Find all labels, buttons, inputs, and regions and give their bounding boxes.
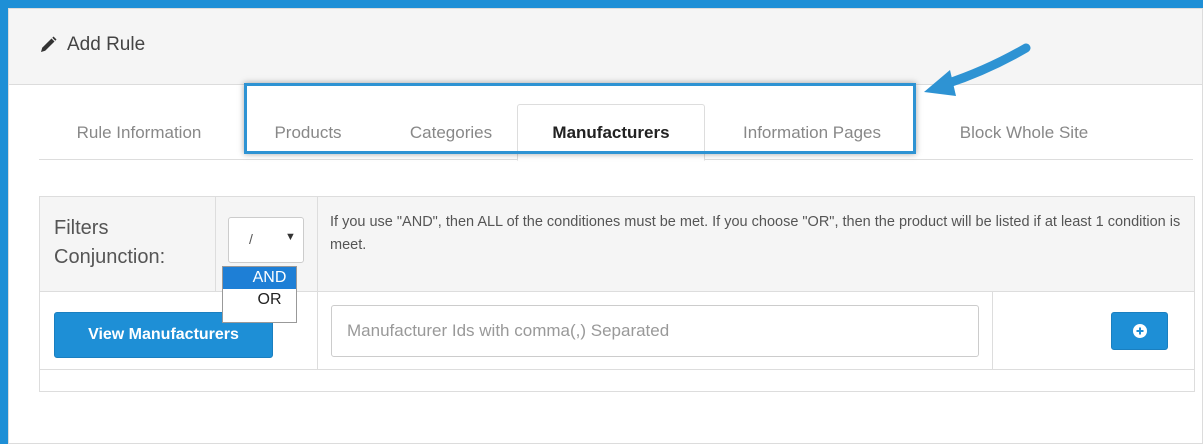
plus-circle-icon bbox=[1132, 324, 1147, 338]
option-and[interactable]: AND bbox=[223, 267, 296, 289]
ids-input-cell bbox=[318, 292, 993, 370]
filter-table: Filters Conjunction: / ▼ If you use "AND… bbox=[39, 196, 1195, 392]
heading-content: Add Rule bbox=[39, 34, 145, 56]
option-or[interactable]: OR bbox=[223, 289, 296, 311]
conjunction-select[interactable]: / ▼ bbox=[228, 217, 304, 263]
select-current-value: / bbox=[249, 231, 253, 247]
manufacturer-ids-input[interactable] bbox=[331, 305, 979, 357]
tabs-highlight-box bbox=[244, 83, 916, 154]
tab-block-whole-site[interactable]: Block Whole Site bbox=[929, 104, 1119, 161]
manufacturer-row: View Manufacturers bbox=[40, 292, 1194, 370]
filters-label-line2: Conjunction: bbox=[54, 246, 166, 268]
conjunction-dropdown-list: AND OR bbox=[222, 266, 297, 323]
tab-rule-information[interactable]: Rule Information bbox=[39, 104, 239, 161]
pointer-arrow-icon bbox=[924, 43, 1031, 96]
caret-down-icon: ▼ bbox=[285, 231, 296, 243]
filters-label-line1: Filters bbox=[54, 217, 109, 239]
page-title: Add Rule bbox=[67, 34, 146, 55]
conjunction-help-text: If you use "AND", then ALL of the condit… bbox=[330, 214, 1181, 253]
conjunction-row: Filters Conjunction: / ▼ If you use "AND… bbox=[40, 197, 1194, 292]
add-condition-button[interactable] bbox=[1111, 312, 1168, 350]
filters-conjunction-label: Filters Conjunction: bbox=[40, 197, 216, 292]
pencil-icon bbox=[39, 36, 57, 54]
